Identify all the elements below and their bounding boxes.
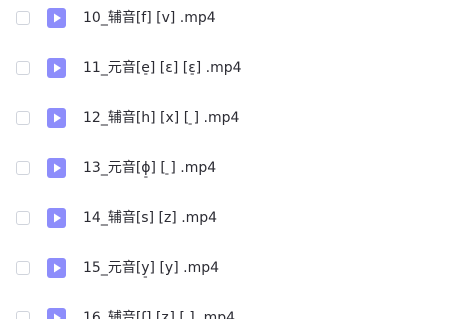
row-checkbox[interactable] [16,311,30,319]
row-checkbox[interactable] [16,61,30,75]
file-name[interactable]: 16_辅音[ʃ] [ʒ] [ ̠] .mp4 [83,308,235,319]
row-checkbox[interactable] [16,111,30,125]
file-name[interactable]: 15_元音[y̠] [y] .mp4 [83,258,219,278]
video-file-icon [47,58,66,78]
file-row[interactable]: 11_元音[e̠] [ɛ] [ɛ̠] .mp4 [0,50,475,100]
file-name[interactable]: 14_辅音[s] [z] .mp4 [83,208,217,228]
row-checkbox[interactable] [16,211,30,225]
file-name[interactable]: 10_辅音[f] [v] .mp4 [83,8,216,28]
video-file-icon [47,308,66,319]
file-row[interactable]: 12_辅音[h] [x] [ ̠] .mp4 [0,100,475,150]
file-name[interactable]: 11_元音[e̠] [ɛ] [ɛ̠] .mp4 [83,58,242,78]
video-file-icon [47,108,66,128]
file-row[interactable]: 14_辅音[s] [z] .mp4 [0,200,475,250]
video-file-icon [47,8,66,28]
video-file-icon [47,258,66,278]
file-name[interactable]: 13_元音[ɸ̠] [ ̠] .mp4 [83,158,216,178]
row-checkbox[interactable] [16,11,30,25]
row-checkbox[interactable] [16,261,30,275]
file-row[interactable]: 13_元音[ɸ̠] [ ̠] .mp4 [0,150,475,200]
file-row[interactable]: 15_元音[y̠] [y] .mp4 [0,250,475,300]
file-row[interactable]: 16_辅音[ʃ] [ʒ] [ ̠] .mp4 [0,300,475,319]
video-file-icon [47,208,66,228]
file-row[interactable]: 10_辅音[f] [v] .mp4 [0,0,475,50]
file-list: 10_辅音[f] [v] .mp4 11_元音[e̠] [ɛ] [ɛ̠] .mp… [0,0,475,319]
video-file-icon [47,158,66,178]
file-name[interactable]: 12_辅音[h] [x] [ ̠] .mp4 [83,108,239,128]
row-checkbox[interactable] [16,161,30,175]
